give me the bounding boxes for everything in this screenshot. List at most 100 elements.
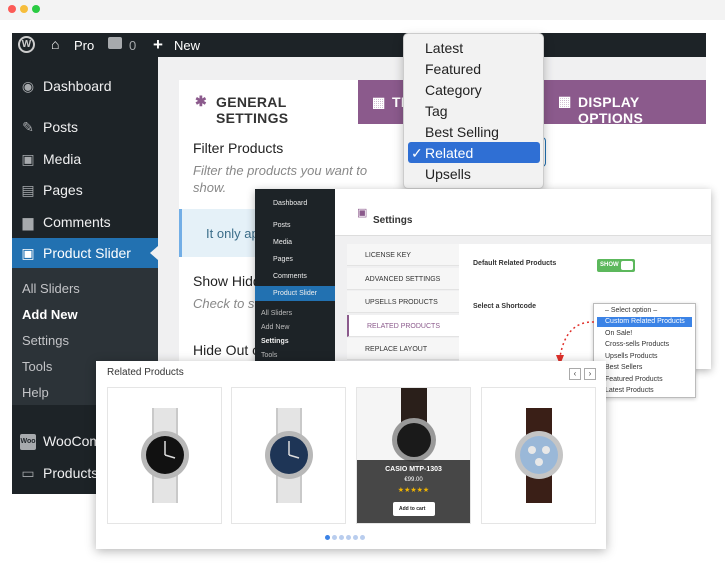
filter-products-title: Filter Products	[193, 140, 284, 156]
product-card-4[interactable]	[481, 387, 596, 524]
dropdown-option-related[interactable]: ✓ Related	[408, 142, 540, 163]
shortcode-option-featured[interactable]: Featured Products	[605, 376, 663, 383]
comments-count[interactable]: 0	[129, 38, 136, 53]
product-price: €99.00	[404, 477, 423, 483]
submenu-settings[interactable]: Settings	[22, 333, 69, 348]
filter-products-desc-1: Filter the products you want to	[193, 163, 368, 178]
dropdown-option-best-selling[interactable]: Best Selling	[425, 124, 499, 140]
new-link[interactable]: New	[174, 38, 200, 53]
maximize-dot[interactable]	[32, 5, 40, 13]
product-card-3[interactable]: CASIO MTP-1303 €99.00 ★★★★★ Add to cart	[356, 387, 471, 524]
pagination-dot[interactable]	[360, 535, 365, 540]
plus-icon[interactable]: +	[153, 35, 163, 55]
hide-out-title: Hide Out o	[193, 342, 260, 358]
inner-sidebar: Dashboard Posts Media Pages Comments Pro…	[255, 189, 335, 369]
related-products-title: Related Products	[107, 367, 184, 378]
tab-second[interactable]: ▦ TI	[358, 80, 408, 124]
shortcode-option-upsells[interactable]: Upsells Products	[605, 353, 658, 360]
rating-stars: ★★★★★	[397, 487, 430, 494]
shortcode-select-list[interactable]: – Select option – Custom Related Product…	[593, 303, 696, 398]
minimize-dot[interactable]	[20, 5, 28, 13]
inner-sub-add-new[interactable]: Add New	[261, 324, 289, 331]
shortcode-option-best-sellers[interactable]: Best Sellers	[605, 364, 642, 371]
inner-sub-settings[interactable]: Settings	[261, 338, 289, 345]
carousel-next-button[interactable]: ›	[584, 368, 596, 380]
sidebar-item-posts[interactable]: ✎ Posts	[12, 113, 158, 141]
woo-icon: Woo	[20, 434, 36, 450]
show-toggle[interactable]: SHOW	[597, 259, 635, 272]
shortcode-option-latest[interactable]: Latest Products	[605, 387, 654, 394]
toggle-knob	[621, 261, 633, 270]
pagination-dot[interactable]	[332, 535, 337, 540]
product-name: CASIO MTP-1303	[385, 466, 442, 473]
product-card-2[interactable]	[231, 387, 346, 524]
submenu-tools[interactable]: Tools	[22, 359, 52, 374]
filter-dropdown-menu[interactable]: Latest Featured Category Tag Best Sellin…	[403, 33, 544, 189]
checkmark-icon: ✓	[411, 145, 423, 161]
shortcode-option-on-sale[interactable]: On Sale!	[605, 330, 632, 337]
shortcode-option-0[interactable]: – Select option –	[605, 307, 657, 314]
product-card-1[interactable]	[107, 387, 222, 524]
sidebar-item-pages[interactable]: ▤ Pages	[12, 176, 158, 204]
watch-image	[141, 408, 189, 503]
sidebar-item-dashboard[interactable]: ◉ Dashboard	[12, 72, 158, 100]
inner-link-upsells[interactable]: UPSELLS PRODUCTS	[347, 291, 459, 313]
site-name-link[interactable]: Pro	[74, 38, 94, 53]
table-icon: ▦	[372, 94, 386, 110]
inner-settings-heading: Settings	[373, 215, 413, 226]
sidebar-item-product-slider[interactable]: ▣ Product Slider	[12, 238, 158, 268]
dropdown-option-tag[interactable]: Tag	[425, 103, 448, 119]
watch-image	[265, 408, 313, 503]
dashboard-icon: ◉	[21, 78, 35, 94]
wordpress-logo-icon[interactable]: W	[18, 36, 35, 53]
inner-menu-comments[interactable]: Comments	[273, 273, 307, 280]
inner-menu-media[interactable]: Media	[273, 239, 292, 246]
dropdown-option-featured[interactable]: Featured	[425, 61, 481, 77]
inner-link-license[interactable]: LICENSE KEY	[347, 244, 459, 266]
dropdown-option-upsells[interactable]: Upsells	[425, 166, 471, 182]
window-frame	[0, 0, 725, 20]
sidebar-item-media[interactable]: ▣ Media	[12, 145, 158, 173]
check-desc: Check to s	[193, 296, 255, 311]
inner-header: ▣ Settings	[335, 189, 711, 236]
active-menu-arrow	[150, 246, 158, 260]
inner-link-related[interactable]: RELATED PRODUCTS	[347, 315, 459, 337]
media-icon: ▣	[21, 151, 35, 167]
dropdown-option-latest[interactable]: Latest	[425, 40, 463, 56]
notice-text: It only ap	[206, 226, 259, 241]
close-dot[interactable]	[8, 5, 16, 13]
select-shortcode-label: Select a Shortcode	[473, 303, 537, 310]
pagination-dot[interactable]	[325, 535, 330, 540]
inner-link-replace-layout[interactable]: REPLACE LAYOUT	[347, 338, 459, 360]
inner-sub-all-sliders[interactable]: All Sliders	[261, 310, 292, 317]
inner-menu-product-slider[interactable]: Product Slider	[255, 286, 335, 301]
comments-icon[interactable]	[108, 37, 122, 49]
inner-menu-posts[interactable]: Posts	[273, 222, 291, 229]
pagination-dot[interactable]	[353, 535, 358, 540]
inner-link-advanced[interactable]: ADVANCED SETTINGS	[347, 268, 459, 290]
shortcode-option-custom-related[interactable]: Custom Related Products	[597, 317, 692, 327]
home-icon[interactable]: ⌂	[51, 36, 59, 52]
watch-image	[515, 408, 563, 503]
comments-menu-icon: ▆	[22, 214, 34, 230]
sidebar-item-comments[interactable]: ▆ Comments	[12, 208, 158, 236]
dropdown-option-category[interactable]: Category	[425, 82, 482, 98]
inner-cart-icon: ▣	[357, 207, 368, 219]
add-to-cart-button[interactable]: Add to cart	[393, 502, 435, 516]
carousel-prev-button[interactable]: ‹	[569, 368, 581, 380]
shortcode-option-cross-sells[interactable]: Cross-sells Products	[605, 341, 669, 348]
filter-products-desc-2: show.	[193, 180, 227, 195]
inner-menu-dashboard[interactable]: Dashboard	[273, 200, 307, 207]
submenu-add-new[interactable]: Add New	[22, 307, 78, 322]
pagination-dot[interactable]	[339, 535, 344, 540]
pagination-dot[interactable]	[346, 535, 351, 540]
cart-icon: ▣	[21, 245, 35, 261]
submenu-all-sliders[interactable]: All Sliders	[22, 281, 80, 296]
tab-display-options[interactable]: ▦ DISPLAY OPTIONS	[544, 80, 706, 126]
gear-icon: ✱	[195, 93, 208, 109]
show-hidden-title: Show Hidd	[193, 273, 261, 289]
tab-general-settings[interactable]: ✱ GENERAL SETTINGS	[179, 80, 358, 126]
inner-menu-pages[interactable]: Pages	[273, 256, 293, 263]
submenu-help[interactable]: Help	[22, 385, 49, 400]
inner-sub-tools[interactable]: Tools	[261, 352, 277, 359]
